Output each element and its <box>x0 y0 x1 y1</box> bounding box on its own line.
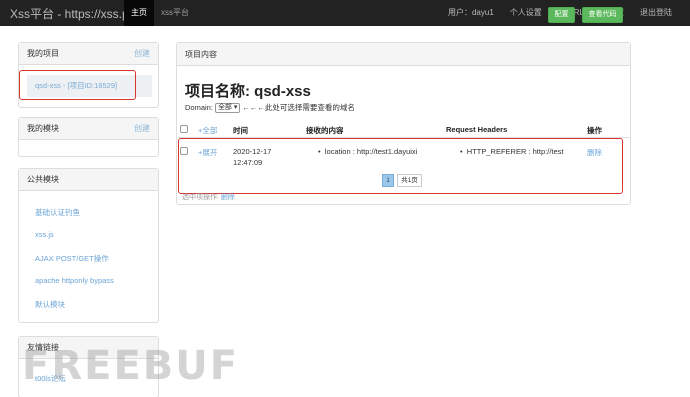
my-projects-header: 我的项目 创建 <box>19 43 158 65</box>
domain-select-value: 全部 <box>217 103 232 111</box>
nav-user[interactable]: 用户：dayu1 <box>440 0 502 26</box>
public-modules-header: 公共模块 <box>19 169 158 191</box>
domain-hint: ←←←此处可选择需要查看的域名 <box>242 103 355 112</box>
module-link-default[interactable]: 默认模块 <box>35 299 65 310</box>
highlight-box-project <box>19 70 136 100</box>
selected-ops: 选中项操作: 删除 <box>182 192 235 202</box>
project-content-header: 项目内容 <box>177 43 630 66</box>
nav-home[interactable]: 主页 <box>124 0 154 26</box>
nav-xss-platform[interactable]: xss平台 <box>154 0 196 26</box>
module-link-ajax[interactable]: AJAX POST/GET操作 <box>35 253 109 264</box>
my-modules-panel: 我的模块 创建 <box>18 117 159 157</box>
module-link-xss-js[interactable]: xss.js <box>35 230 54 239</box>
create-project-link[interactable]: 创建 <box>134 43 150 65</box>
chevron-down-icon: ▾ <box>233 103 238 111</box>
project-title: 项目名称: qsd-xss <box>185 83 311 100</box>
col-ops: 操作 <box>587 126 602 135</box>
domain-select[interactable]: 全部 ▾ <box>214 102 241 113</box>
config-button[interactable]: 配置 <box>548 7 575 23</box>
select-all-checkbox[interactable] <box>180 125 188 133</box>
nav-left: 主页 xss平台 <box>124 0 196 26</box>
public-modules-title: 公共模块 <box>27 175 59 184</box>
create-module-link[interactable]: 创建 <box>134 118 150 140</box>
selected-ops-delete[interactable]: 删除 <box>221 194 235 201</box>
my-modules-header: 我的模块 创建 <box>19 118 158 140</box>
module-link-httponly-bypass[interactable]: apache httponly bypass <box>35 276 114 285</box>
selected-ops-label: 选中项操作: <box>182 194 219 201</box>
highlight-box-record <box>178 138 623 194</box>
domain-row: Domain: 全部 ▾ ←←←此处可选择需要查看的域名 <box>185 102 355 113</box>
my-modules-title: 我的模块 <box>27 124 59 133</box>
watermark-logo: FREEBUF <box>22 343 240 389</box>
domain-label: Domain: <box>185 103 213 112</box>
my-projects-title: 我的项目 <box>27 49 59 58</box>
nav-logout[interactable]: 退出登陆 <box>632 0 680 26</box>
brand-title[interactable]: Xss平台 - https://xss.pt <box>10 5 132 22</box>
module-link-basic-auth-phishing[interactable]: 基础认证钓鱼 <box>35 207 80 218</box>
col-content: 接收的内容 <box>306 126 344 135</box>
expand-all-link[interactable]: +全部 <box>198 125 217 136</box>
nav-personal-settings[interactable]: 个人设置 <box>502 0 550 26</box>
col-request-headers: Request Headers <box>446 125 508 134</box>
public-modules-panel: 公共模块 基础认证钓鱼 xss.js AJAX POST/GET操作 apach… <box>18 168 159 323</box>
col-time: 时间 <box>233 126 248 135</box>
view-code-button[interactable]: 查看代码 <box>582 7 623 23</box>
